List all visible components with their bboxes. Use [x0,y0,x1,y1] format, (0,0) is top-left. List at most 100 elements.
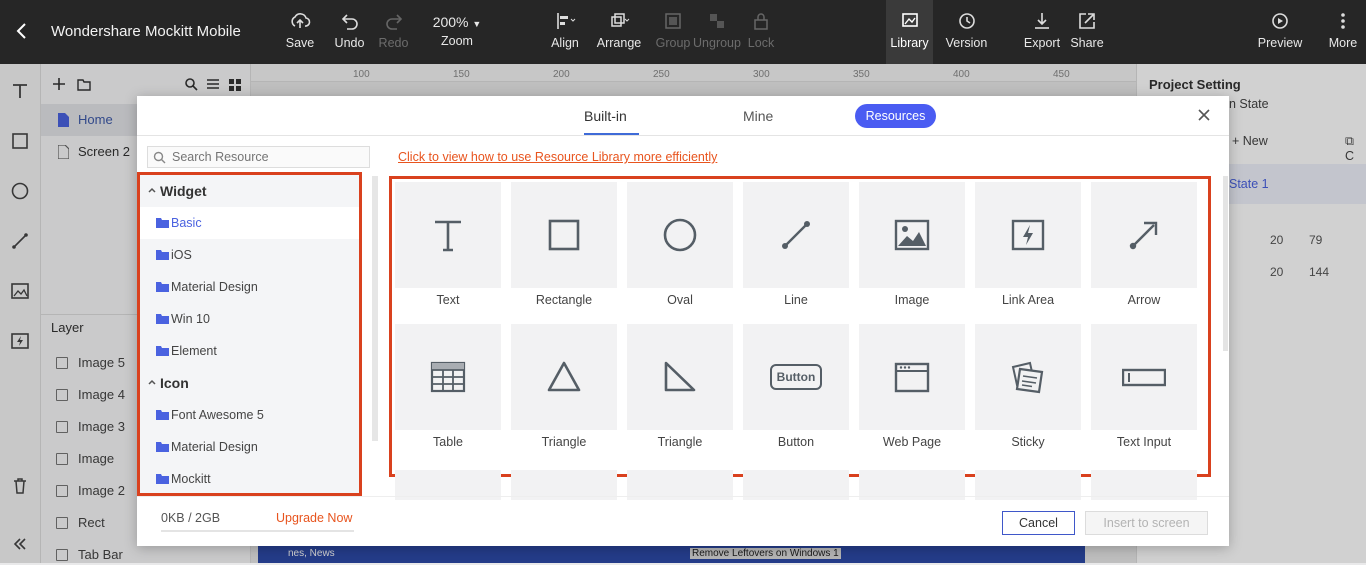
tab-mine[interactable]: Mine [743,108,773,124]
align-icon [557,13,576,29]
search-resource-field[interactable] [147,146,370,168]
widget-line[interactable] [743,182,849,288]
oval-icon [663,218,697,252]
zoom-control[interactable]: 200% ▼ Zoom [428,10,486,56]
tab-built-in[interactable]: Built-in [584,108,627,124]
share-button[interactable]: Share [1068,10,1106,56]
widget-label: Oval [667,293,693,307]
undo-icon [341,14,358,30]
help-link[interactable]: Click to view how to use Resource Librar… [398,150,717,164]
folder-icon [156,474,169,484]
close-icon[interactable] [1197,108,1211,122]
widget-text-input[interactable] [1091,324,1197,430]
section-widget[interactable]: Widget [140,175,359,207]
widget-table[interactable] [395,324,501,430]
group-icon [665,13,681,29]
widget-image[interactable] [859,182,965,288]
upgrade-link[interactable]: Upgrade Now [276,511,352,525]
folder-icon [156,442,169,452]
align-button[interactable]: Align [549,10,581,56]
more-button[interactable]: More [1325,10,1361,56]
caret-down-icon: ▼ [472,19,482,29]
preview-button[interactable]: Preview [1255,10,1305,56]
tree-scrollbar[interactable] [372,176,378,441]
widget-oval[interactable] [627,182,733,288]
export-button[interactable]: Export [1022,10,1062,56]
widget-web-page[interactable] [859,324,965,430]
storage-quota: 0KB / 2GB [161,511,221,525]
tree-item-material-design[interactable]: Material Design [140,271,359,303]
tree-item-font-awesome-5[interactable]: Font Awesome 5 [140,399,359,431]
chevron-up-icon [148,379,156,385]
download-icon [1035,13,1049,29]
widget-rectangle[interactable] [511,182,617,288]
zoom-value: 200% ▼ [432,14,482,30]
text-input-icon [1122,368,1166,387]
resource-library-dialog: Built-in Mine Resources Click to view ho… [137,96,1229,546]
widget-label: Line [784,293,808,307]
widget-button[interactable]: Button [743,324,849,430]
search-icon [153,151,166,164]
folder-icon [156,218,169,228]
table-icon [430,361,466,393]
undo-button[interactable]: Undo [333,10,366,56]
tree-item-icon-material-design[interactable]: Material Design [140,431,359,463]
widget-right-triangle[interactable] [627,324,733,430]
ungroup-icon [710,14,724,28]
widget-triangle[interactable] [511,324,617,430]
widget-label: Text Input [1116,435,1172,449]
section-icon[interactable]: Icon [140,367,359,399]
tree-item-mockitt[interactable]: Mockitt [140,463,359,493]
back-icon[interactable] [13,22,31,40]
group-button[interactable]: Group [654,10,692,56]
insert-to-screen-button[interactable]: Insert to screen [1085,511,1208,535]
storage-bar [161,530,354,532]
widget-label: Triangle [657,435,703,449]
cancel-button[interactable]: Cancel [1002,511,1075,535]
top-toolbar: Wondershare Mockitt Mobile Save Undo Red… [0,0,1366,64]
tab-resources[interactable]: Resources [855,104,936,128]
save-button[interactable]: Save [284,10,316,56]
widget-link-area[interactable] [975,182,1081,288]
arrange-icon [611,13,630,27]
widget-label: Table [433,435,463,449]
rectangle-icon [548,219,580,251]
tree-item-win-10[interactable]: Win 10 [140,303,359,335]
tree-item-ios[interactable]: iOS [140,239,359,271]
widget-label: Link Area [1001,293,1055,307]
library-button[interactable]: Library [887,10,932,56]
folder-icon [156,250,169,260]
chevron-up-icon [148,187,156,193]
version-button[interactable]: Version [944,10,989,56]
folder-icon [156,282,169,292]
resource-category-tree: Widget Basic iOS Material Design Win 10 … [137,172,362,496]
search-input[interactable] [172,149,362,165]
widget-label: Text [436,293,460,307]
text-icon [435,220,461,252]
library-icon [901,13,918,27]
button-icon: Button [770,364,822,390]
widget-text[interactable] [395,182,501,288]
play-circle-icon [1272,13,1288,29]
tree-item-element[interactable]: Element [140,335,359,367]
widget-label: Arrow [1127,293,1161,307]
ungroup-button[interactable]: Ungroup [692,10,742,56]
folder-icon [156,314,169,324]
dialog-footer: 0KB / 2GB Upgrade Now Cancel Insert to s… [137,496,1229,546]
right-triangle-icon [664,361,696,392]
arrange-button[interactable]: Arrange [596,10,642,56]
widget-sticky[interactable] [975,324,1081,430]
widget-label: Image [894,293,930,307]
widget-label: Triangle [541,435,587,449]
lock-button[interactable]: Lock [746,10,776,56]
web-page-icon [894,362,930,393]
triangle-icon [547,361,581,392]
lock-icon [754,13,768,30]
redo-button[interactable]: Redo [377,10,410,56]
widget-grid: Text Rectangle Oval Line Image Link Area… [389,176,1211,477]
widget-label: Rectangle [535,293,593,307]
tree-item-basic[interactable]: Basic [140,207,359,239]
widget-arrow[interactable] [1091,182,1197,288]
grid-scrollbar[interactable] [1223,176,1228,351]
app-title: Wondershare Mockitt Mobile [51,23,241,40]
